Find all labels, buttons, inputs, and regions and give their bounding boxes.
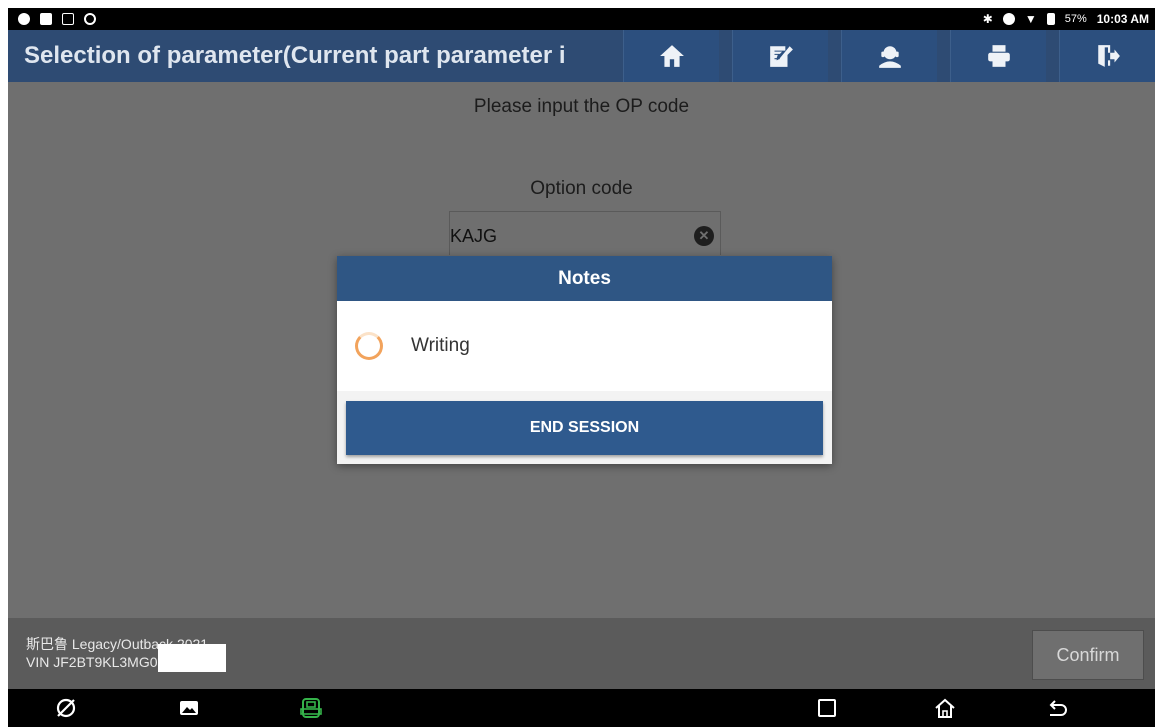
- exit-button[interactable]: [1059, 30, 1155, 82]
- user-support-button[interactable]: [841, 30, 937, 82]
- recent-apps-icon[interactable]: [816, 697, 838, 719]
- dialog-message: Writing: [411, 335, 470, 356]
- vin-text: VIN JF2BT9KL3MG0: [26, 654, 158, 670]
- home-icon: [659, 45, 684, 67]
- title-bar: Selection of parameter(Current part para…: [8, 30, 1155, 82]
- browser-icon[interactable]: [55, 697, 77, 719]
- battery-percent: 57%: [1064, 13, 1087, 25]
- bluetooth-notification-icon: [84, 13, 96, 25]
- edit-report-button[interactable]: [732, 30, 828, 82]
- vin-line: VIN JF2BT9KL3MG0: [26, 644, 226, 673]
- dialog-title: Notes: [337, 256, 832, 301]
- home-button[interactable]: [623, 30, 719, 82]
- op-code-prompt: Please input the OP code: [473, 96, 690, 117]
- edit-report-icon: [769, 46, 793, 67]
- exit-icon: [1097, 45, 1120, 67]
- option-code-label: Option code: [530, 178, 633, 199]
- bluetooth-icon: ✱: [982, 12, 993, 26]
- back-icon[interactable]: [1046, 697, 1068, 719]
- usb-icon: [62, 13, 74, 25]
- gallery-icon[interactable]: [178, 697, 200, 719]
- print-button[interactable]: [950, 30, 1046, 82]
- vin-redaction: [157, 644, 226, 673]
- wifi-icon: ▼: [1024, 12, 1037, 26]
- vci-icon[interactable]: [300, 697, 322, 719]
- clear-input-icon[interactable]: ✕: [694, 226, 714, 246]
- option-code-input[interactable]: KAJG ✕: [449, 211, 721, 255]
- dnd-icon: [1002, 13, 1015, 25]
- notes-dialog: Notes Writing END SESSION: [337, 256, 832, 464]
- end-session-button[interactable]: END SESSION: [346, 401, 823, 455]
- page-title: Selection of parameter(Current part para…: [24, 42, 566, 69]
- status-bar: ✱ ▼ 57% 10:03 AM: [8, 8, 1155, 30]
- vehicle-info-bar: 斯巴鲁 Legacy/Outback 2021 VIN JF2BT9KL3MG0…: [8, 618, 1155, 689]
- option-code-value: KAJG: [450, 226, 498, 246]
- app-notification-icon: [18, 13, 30, 25]
- dialog-body: Writing: [337, 301, 832, 391]
- home-nav-icon[interactable]: [934, 697, 956, 719]
- battery-icon: [1046, 13, 1055, 25]
- dialog-footer: END SESSION: [337, 391, 832, 464]
- user-support-icon: [878, 46, 901, 68]
- loading-spinner-icon: [355, 332, 383, 360]
- navigation-bar: [8, 689, 1155, 727]
- print-icon: [987, 45, 1010, 67]
- clock: 10:03 AM: [1096, 12, 1149, 26]
- image-notification-icon: [40, 13, 52, 25]
- confirm-button[interactable]: Confirm: [1032, 630, 1144, 680]
